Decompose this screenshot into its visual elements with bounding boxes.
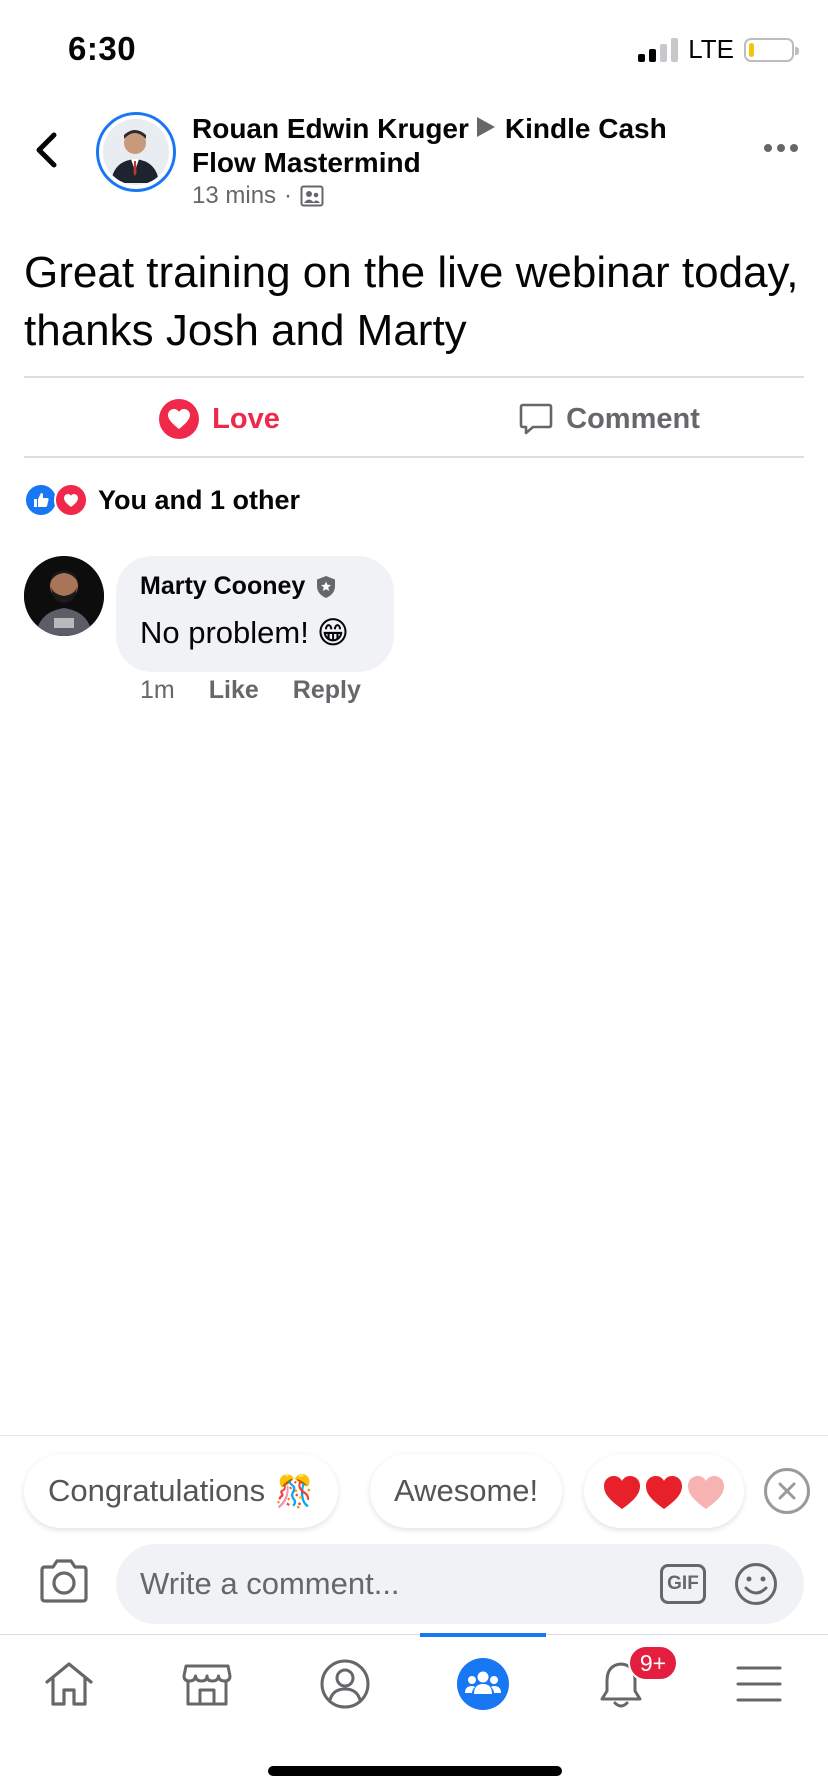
divider bbox=[24, 376, 804, 378]
chip-label: Awesome! bbox=[394, 1473, 539, 1508]
comment-time: 1m bbox=[140, 676, 175, 704]
tab-home[interactable] bbox=[0, 1635, 138, 1732]
signal-icon bbox=[638, 37, 679, 62]
comment-author[interactable]: Marty Cooney bbox=[140, 572, 305, 601]
status-time: 6:30 bbox=[68, 30, 137, 67]
post-body: Great training on the live webinar today… bbox=[24, 248, 799, 355]
comment-bubble[interactable]: Marty Cooney No problem! 😁 bbox=[116, 556, 394, 672]
menu-icon bbox=[736, 1666, 782, 1701]
post-author-line: Rouan Edwin Kruger Kindle Cash Flow Maste… bbox=[192, 112, 712, 180]
like-icon bbox=[24, 483, 58, 517]
heart-icon bbox=[159, 399, 200, 439]
smiley-icon bbox=[735, 1563, 777, 1605]
confetti-emoji: 🎊 bbox=[275, 1473, 314, 1509]
gif-button[interactable]: GIF bbox=[660, 1564, 706, 1604]
comment-text: No problem! bbox=[140, 615, 309, 650]
status-bar: 6:30 LTE bbox=[0, 0, 828, 100]
hearts-icon bbox=[604, 1476, 724, 1509]
post-meta: 13 mins · bbox=[192, 182, 324, 210]
network-label: LTE bbox=[688, 34, 734, 64]
heart-icon bbox=[54, 483, 88, 517]
emoji-button[interactable] bbox=[734, 1562, 778, 1606]
home-icon bbox=[45, 1661, 93, 1706]
comment-text-row: No problem! 😁 bbox=[140, 615, 370, 651]
comment-composer: GIF bbox=[0, 1540, 828, 1630]
love-button[interactable]: Love bbox=[24, 380, 414, 458]
camera-button[interactable] bbox=[38, 1558, 90, 1604]
post-time[interactable]: 13 mins bbox=[192, 182, 276, 210]
chevron-left-icon bbox=[36, 132, 57, 168]
quick-reply-chip[interactable]: Congratulations 🎊 bbox=[24, 1454, 338, 1528]
comment-author-row: Marty Cooney bbox=[140, 572, 370, 601]
comment-actions: 1m Like Reply bbox=[140, 676, 361, 705]
groups-icon bbox=[457, 1657, 509, 1710]
divider bbox=[24, 456, 804, 458]
quick-reply-chip[interactable]: Awesome! bbox=[370, 1454, 563, 1528]
love-label: Love bbox=[212, 402, 280, 435]
triangle-right-icon bbox=[476, 117, 495, 137]
post-action-bar: Love Comment bbox=[24, 380, 804, 458]
close-icon bbox=[778, 1482, 796, 1500]
comment-label: Comment bbox=[566, 402, 700, 435]
close-suggestions-button[interactable] bbox=[764, 1468, 810, 1514]
reactions-summary[interactable]: You and 1 other bbox=[24, 482, 300, 518]
quick-reply-hearts-chip[interactable] bbox=[584, 1454, 744, 1528]
tab-notifications[interactable]: 9+ bbox=[552, 1635, 690, 1732]
author-avatar[interactable] bbox=[96, 112, 176, 192]
profile-icon bbox=[320, 1659, 370, 1708]
tab-profile[interactable] bbox=[276, 1635, 414, 1732]
chip-label: Congratulations bbox=[48, 1473, 266, 1508]
comment-button[interactable]: Comment bbox=[414, 380, 804, 458]
meta-separator: · bbox=[284, 182, 293, 209]
group-members-icon bbox=[300, 185, 324, 207]
comment-bubble-icon bbox=[519, 403, 553, 435]
bottom-tab-bar: 9+ bbox=[0, 1633, 828, 1732]
author-name[interactable]: Rouan Edwin Kruger bbox=[192, 113, 469, 144]
marketplace-icon bbox=[182, 1664, 232, 1705]
tab-marketplace[interactable] bbox=[138, 1635, 276, 1732]
notification-badge: 9+ bbox=[628, 1645, 678, 1681]
tab-menu[interactable] bbox=[690, 1635, 828, 1732]
reactions-text: You and 1 other bbox=[98, 484, 301, 515]
status-indicators: LTE bbox=[638, 34, 799, 65]
admin-shield-icon bbox=[317, 575, 336, 598]
commenter-avatar[interactable] bbox=[24, 556, 104, 636]
grinning-face-emoji: 😁 bbox=[316, 615, 350, 650]
back-button[interactable] bbox=[26, 126, 66, 174]
home-indicator[interactable] bbox=[268, 1766, 562, 1776]
battery-icon bbox=[744, 37, 799, 62]
post-header: Rouan Edwin Kruger Kindle Cash Flow Maste… bbox=[0, 100, 828, 220]
camera-icon bbox=[40, 1559, 88, 1603]
person-photo-icon bbox=[103, 119, 167, 183]
person-photo-icon bbox=[24, 556, 104, 636]
tab-groups[interactable] bbox=[414, 1633, 552, 1732]
more-options-button[interactable] bbox=[764, 144, 798, 152]
comment-reply-button[interactable]: Reply bbox=[293, 676, 361, 705]
comment-like-button[interactable]: Like bbox=[209, 676, 259, 705]
